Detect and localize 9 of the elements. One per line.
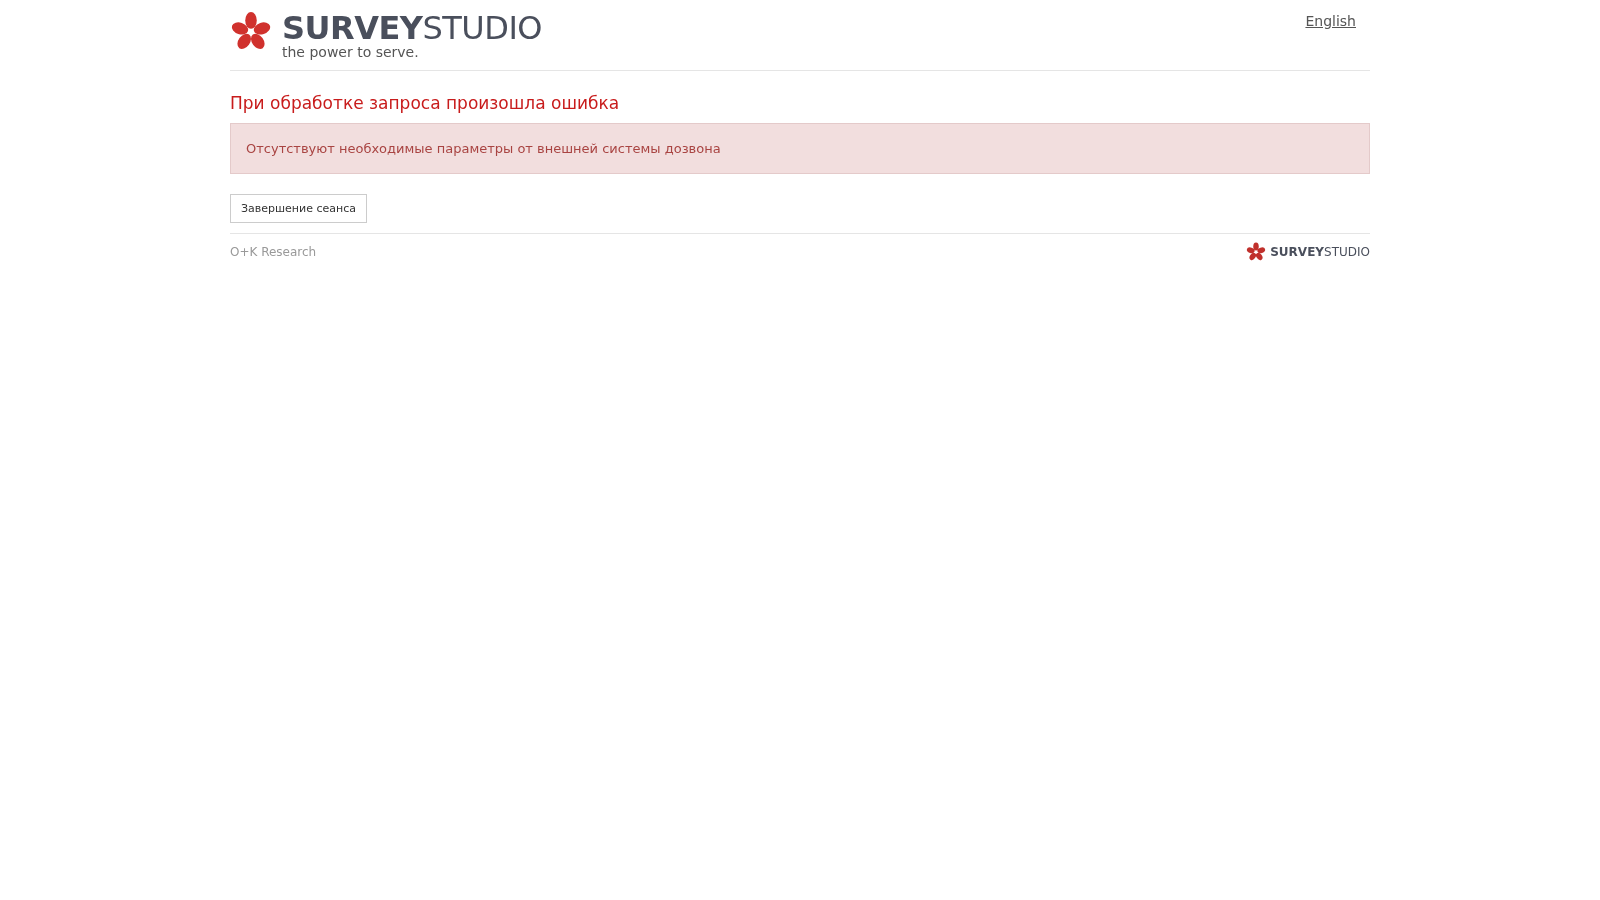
logo-text: SURVEYSTUDIO xyxy=(282,10,542,46)
error-title: При обработке запроса произошла ошибка xyxy=(230,93,621,113)
footer-logo-text: SURVEYSTUDIO xyxy=(1270,245,1370,259)
tagline: the power to serve. xyxy=(282,44,420,60)
error-alert: Отсутствуют необходимые параметры от внешней системы дозвона xyxy=(230,123,1370,174)
end-session-button[interactable]: Завершение сеанса xyxy=(230,194,367,223)
company-name: O+K Research xyxy=(230,245,317,259)
flower-logo-icon xyxy=(1246,242,1267,262)
language-link[interactable]: English xyxy=(1305,13,1356,29)
